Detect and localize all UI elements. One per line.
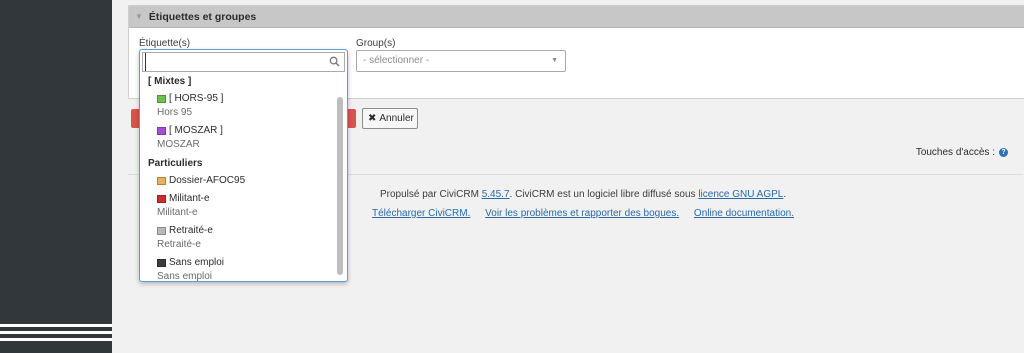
option-moszar[interactable]: [ MOSZAR ] MOSZAR (140, 122, 338, 154)
option-retraite-e[interactable]: Retraité-e Retraité-e (140, 222, 338, 254)
issues-link[interactable]: Voir les problèmes et rapporter des bogu… (485, 208, 679, 219)
option-sans-emploi[interactable]: Sans emploi Sans emploi (140, 254, 338, 282)
groups-label: Group(s) (356, 38, 396, 49)
option-dossier-afoc95[interactable]: Dossier-AFOC95 (140, 172, 338, 190)
powered-suffix: . (783, 189, 787, 200)
group-title-particuliers: Particuliers (148, 158, 203, 169)
footer-links: Télécharger CiviCRM. Voir les problèmes … (372, 208, 806, 219)
close-icon: ✖ (368, 113, 377, 124)
sidebar-menu-lines (0, 324, 112, 345)
docs-link[interactable]: Online documentation. (694, 208, 794, 219)
color-swatch (157, 258, 166, 267)
chevron-down-icon: ▼ (551, 57, 558, 64)
powered-middle: . CiviCRM est un logiciel libre diffusé … (509, 189, 696, 200)
tags-search-box[interactable] (142, 52, 345, 72)
option-description: MOSZAR (157, 139, 200, 150)
help-icon[interactable]: ? (999, 148, 1008, 157)
tags-search-input[interactable] (145, 53, 344, 71)
footer-powered-by: Propulsé par CiviCRM 5.45.7. CiviCRM est… (380, 189, 786, 200)
cancel-button[interactable]: ✖ Annuler (362, 108, 418, 129)
search-icon (329, 56, 340, 67)
option-label: [ MOSZAR ] (169, 125, 223, 136)
admin-sidebar (0, 0, 112, 353)
option-description: Sans emploi (157, 271, 213, 282)
option-militant-e[interactable]: Militant-e Militant-e (140, 190, 338, 222)
option-hors-95[interactable]: [ HORS-95 ] Hors 95 (140, 90, 338, 122)
tags-label: Étiquette(s) (139, 38, 191, 49)
delete-button[interactable] (348, 109, 356, 128)
powered-prefix: Propulsé par CiviCRM (380, 189, 479, 200)
option-description: Militant-e (157, 207, 198, 218)
option-description: Retraité-e (157, 239, 201, 250)
access-keys: Touches d'accès : ? (916, 147, 1008, 158)
option-label: Retraité-e (169, 225, 213, 236)
groups-select[interactable]: - sélectionner - ▼ (356, 50, 566, 72)
option-label: [ HORS-95 ] (169, 93, 224, 104)
color-swatch (157, 126, 166, 135)
access-keys-label: Touches d'accès : (915, 147, 995, 158)
collapse-arrow-icon[interactable]: ▼ (135, 12, 143, 21)
groups-placeholder: - sélectionner - (363, 55, 430, 66)
color-swatch (157, 226, 166, 235)
color-swatch (157, 94, 166, 103)
option-label: Sans emploi (169, 257, 225, 268)
color-swatch (157, 194, 166, 203)
version-link[interactable]: 5.45.7 (482, 189, 510, 200)
tags-dropdown: [ Mixtes ] [ HORS-95 ] Hors 95 [ MOSZAR … (139, 49, 348, 282)
option-label: Dossier-AFOC95 (169, 175, 246, 186)
download-link[interactable]: Télécharger CiviCRM. (372, 208, 470, 219)
color-swatch (157, 176, 166, 185)
dropdown-scrollbar[interactable] (337, 97, 343, 275)
option-description: Hors 95 (157, 107, 193, 118)
panel-header[interactable]: ▼ Étiquettes et groupes (129, 6, 1024, 28)
panel-title: Étiquettes et groupes (148, 10, 257, 23)
tags-results: [ Mixtes ] [ HORS-95 ] Hors 95 [ MOSZAR … (140, 74, 338, 282)
license-link[interactable]: licence GNU AGPL (698, 189, 783, 200)
cancel-label: Annuler (379, 113, 414, 124)
group-title-mixtes: [ Mixtes ] (148, 76, 192, 87)
option-label: Militant-e (169, 193, 210, 204)
